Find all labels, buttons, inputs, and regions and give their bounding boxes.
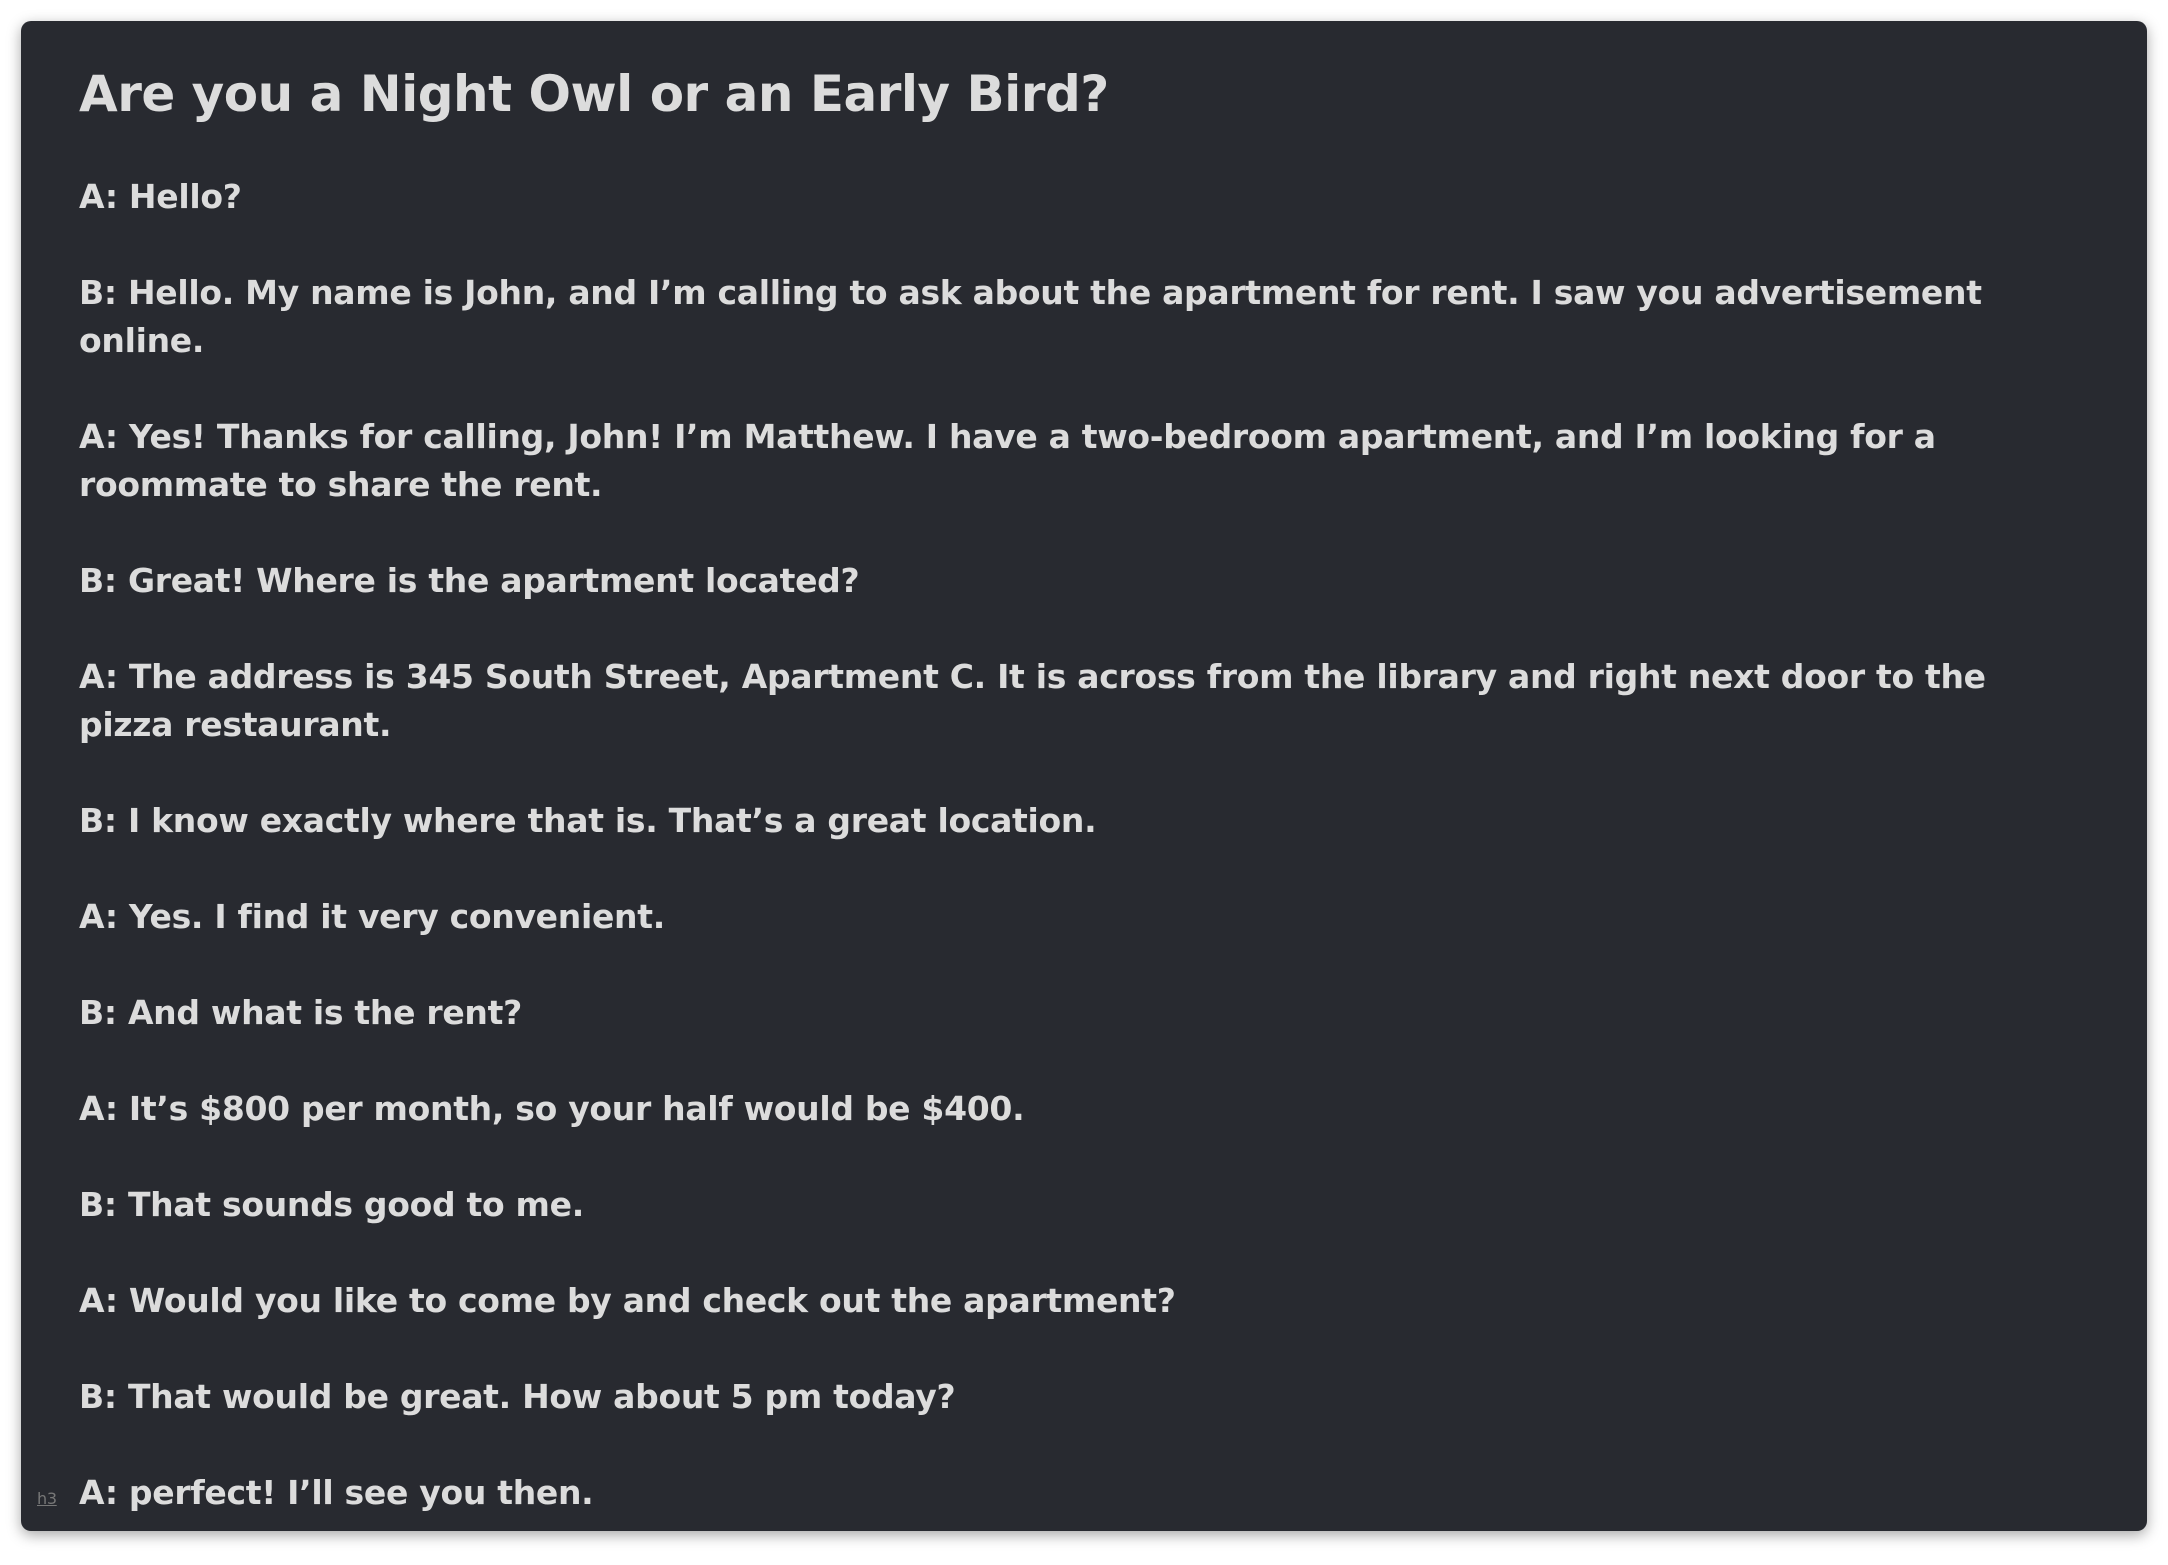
dialogue-line: A: Yes! Thanks for calling, John! I’m Ma… [79,417,1936,504]
document-title: Are you a Night Owl or an Early Bird? [79,65,1109,123]
dialogue-line: B: That would be great. How about 5 pm t… [79,1377,956,1416]
dialogue-line: B: That sounds good to me. [79,1185,584,1224]
dialogue-line: A: Hello? [79,177,242,216]
dialogue-line: B: Great! Where is the apartment located… [79,561,860,600]
dialogue: A: Hello? B: Hello. My name is John, and… [37,173,2069,1565]
dialogue-line: B: And what is the rent? [79,993,522,1032]
document-editor[interactable]: Are you a Night Owl or an Early Bird? A:… [21,21,2147,1531]
dialogue-line-text: A: perfect! I’ll see you then. [79,1473,594,1512]
dialogue-line-current: h3 A: perfect! I’ll see you then. [37,1469,2069,1517]
heading-level-marker[interactable]: h3 [37,1475,57,1523]
dialogue-line: A: The address is 345 South Street, Apar… [79,657,1986,744]
dialogue-line: A: It’s $800 per month, so your half wou… [79,1089,1025,1128]
dialogue-line: B: Hello. My name is John, and I’m calli… [79,273,1982,360]
dialogue-line: A: Yes. I find it very convenient. [79,897,665,936]
dialogue-line: B: I know exactly where that is. That’s … [79,801,1097,840]
dialogue-line: A: Would you like to come by and check o… [79,1281,1176,1320]
